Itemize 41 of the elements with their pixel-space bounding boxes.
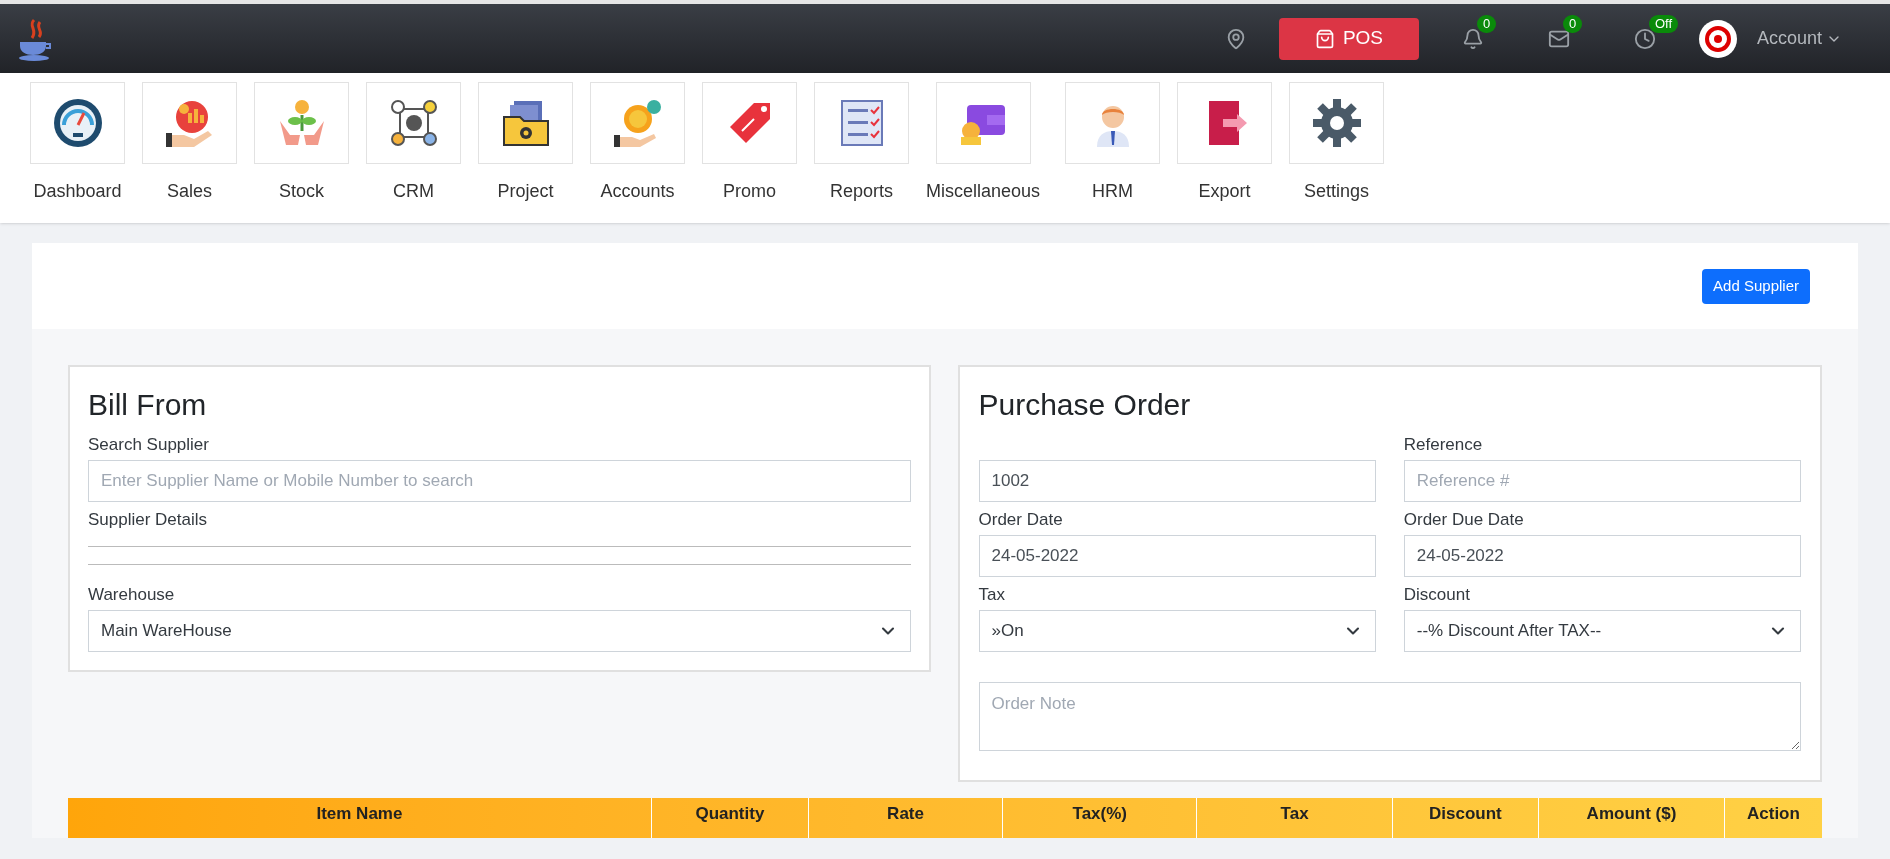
column-header: Item Name <box>68 798 652 838</box>
panel-title: Bill From <box>88 387 208 423</box>
column-header: Action <box>1746 803 1801 825</box>
reference-field[interactable]: Reference # <box>1403 460 1801 502</box>
field-label: Reference <box>1403 435 1484 455</box>
avatar-target-icon[interactable] <box>1698 19 1737 58</box>
field-label: Tax <box>978 585 1006 605</box>
due-date-field[interactable]: 24-05-2022 <box>1403 535 1801 577</box>
column-header: Tax <box>1197 798 1393 838</box>
supplier-search-field[interactable]: Enter Supplier Name or Mobile Number to search <box>88 460 911 502</box>
order-note-field[interactable]: Order Note <box>978 682 1801 751</box>
field-label: Discount <box>1403 585 1471 605</box>
account-menu[interactable]: Account <box>1756 25 1842 52</box>
shopping-bag-icon <box>1314 28 1335 49</box>
field-label: Supplier Details <box>88 510 209 530</box>
panel-title: Purchase Order <box>978 387 1192 423</box>
messages-badge: 0 <box>1562 14 1583 33</box>
field-label: Warehouse <box>88 585 176 605</box>
column-header: Quantity <box>651 798 809 838</box>
order-number-field[interactable]: 1002 <box>978 460 1376 502</box>
column-header: Tax(%) <box>1003 798 1198 838</box>
column-header: Amount ($) <box>1539 798 1725 838</box>
coin-hand-icon <box>611 97 664 149</box>
field-label: Order Due Date <box>1403 510 1525 530</box>
tax-select[interactable]: »On <box>978 610 1376 652</box>
field-label: Order Date <box>978 510 1064 530</box>
bell-icon[interactable] <box>1461 27 1484 50</box>
warehouse-select[interactable]: Main WareHouse <box>88 610 911 652</box>
order-date-field[interactable]: 24-05-2022 <box>978 535 1376 577</box>
settings-icon <box>1310 97 1363 149</box>
notifications-badge: 0 <box>1476 14 1497 33</box>
field-label: Search Supplier <box>88 435 210 455</box>
discount-select[interactable]: --% Discount After TAX-- <box>1403 610 1801 652</box>
clock-icon[interactable] <box>1633 27 1656 50</box>
module-link[interactable]: Miscellaneous <box>926 82 1041 223</box>
column-header: Discount <box>1392 798 1540 838</box>
column-header: Rate <box>808 798 1004 838</box>
clock-status-badge: Off <box>1648 14 1679 33</box>
gauge-icon <box>51 97 104 149</box>
pos-button[interactable]: POS <box>1278 17 1419 60</box>
add-supplier-button[interactable]: Add Supplier <box>1702 269 1810 304</box>
